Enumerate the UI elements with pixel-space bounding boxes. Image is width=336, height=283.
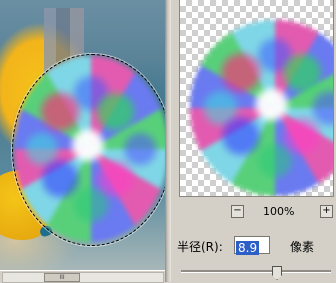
radius-value: 8.9 <box>236 241 260 255</box>
radius-slider[interactable] <box>181 266 331 280</box>
canvas-horizontal-scrollbar[interactable]: III <box>0 270 165 283</box>
scrollbar-track[interactable] <box>2 272 164 283</box>
radius-control: 半径(R): 8.9 像素 <box>177 236 336 255</box>
filter-preview-window[interactable] <box>179 0 334 197</box>
zoom-in-button[interactable]: + <box>320 205 333 218</box>
elliptical-selection-marquee[interactable] <box>12 54 165 246</box>
radius-label: 半径(R): <box>177 240 223 254</box>
slider-rail[interactable] <box>181 270 331 273</box>
preview-blurred-circle <box>190 20 333 196</box>
preview-zoom-controls: − 100% + <box>171 205 336 219</box>
zoom-out-button[interactable]: − <box>231 205 244 218</box>
blur-filter-dialog: − 100% + 半径(R): 8.9 像素 <box>171 0 336 282</box>
radius-input[interactable]: 8.9 <box>234 236 270 255</box>
image-canvas[interactable] <box>0 0 165 270</box>
zoom-level: 100% <box>263 205 295 218</box>
scrollbar-thumb[interactable]: III <box>44 273 80 282</box>
slider-handle[interactable] <box>272 266 282 280</box>
radius-unit-label: 像素 <box>290 240 315 254</box>
